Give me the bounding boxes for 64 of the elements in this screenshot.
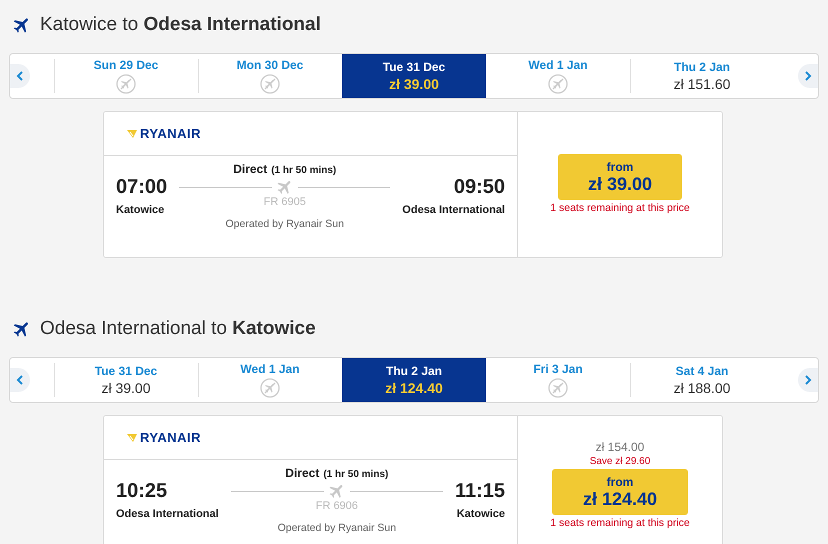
flight-number: FR 6906 (316, 500, 358, 512)
date-label: Thu 2 Jan (674, 60, 730, 74)
date-tab[interactable]: Sat 4 Jan zł 188.00 (630, 358, 774, 402)
date-tab[interactable]: Tue 31 Dec zł 39.00 (342, 54, 486, 98)
arrival-time: 09:50 (454, 176, 505, 199)
departure-airport: Odesa International (116, 508, 219, 520)
operator-label: Operated by Ryanair Sun (225, 218, 344, 230)
previous-button[interactable] (10, 64, 30, 88)
departure-time: 07:00 (116, 176, 168, 199)
next-button[interactable] (798, 64, 818, 88)
date-label: Mon 30 Dec (236, 58, 304, 72)
airline-logo: RYANAIR (126, 126, 202, 141)
date-tab[interactable]: Mon 30 Dec (198, 54, 342, 98)
seats-note: 1 seats remaining at this price (550, 202, 690, 214)
date-tab[interactable]: Thu 2 Jan zł 124.40 (342, 358, 486, 402)
stops-label: Direct (233, 162, 268, 176)
departure-time: 10:25 (116, 480, 168, 503)
original-price: zł 154.00 (596, 440, 644, 454)
operator-label: Operated by Ryanair Sun (278, 522, 396, 534)
chevron-left-icon (16, 71, 24, 81)
no-flight-icon (116, 74, 136, 94)
date-price: zł 188.00 (674, 380, 730, 396)
date-price: zł 151.60 (674, 76, 730, 92)
date-price: zł 39.00 (389, 76, 439, 92)
arrival-airport: Odesa International (402, 204, 505, 216)
fare-button[interactable]: from zł 124.40 (552, 469, 688, 515)
no-flight-icon (260, 378, 280, 398)
date-label: Wed 1 Jan (240, 362, 300, 376)
departure-airport: Katowice (116, 204, 164, 216)
route-heading: Odesa International to Katowice (40, 318, 316, 340)
no-flight-icon (548, 378, 568, 398)
date-label: Fri 3 Jan (533, 362, 583, 376)
seats-note: 1 seats remaining at this price (550, 517, 690, 529)
date-tab[interactable]: Wed 1 Jan (486, 54, 630, 98)
airline-logo: RYANAIR (126, 430, 202, 445)
date-label: Tue 31 Dec (382, 60, 446, 74)
duration-label: (1 hr 50 mins) (323, 469, 388, 480)
stops-label: Direct (285, 466, 320, 480)
date-label: Sun 29 Dec (94, 58, 158, 72)
date-tab[interactable]: Sun 29 Dec (54, 54, 198, 98)
chevron-right-icon (804, 375, 812, 385)
date-tab[interactable]: Thu 2 Jan zł 151.60 (630, 54, 774, 98)
date-label: Thu 2 Jan (386, 364, 442, 378)
no-flight-icon (260, 74, 280, 94)
fare-button[interactable]: from zł 39.00 (558, 154, 682, 200)
date-tab[interactable]: Fri 3 Jan (486, 358, 630, 402)
flight-number: FR 6905 (264, 196, 306, 208)
arrival-time: 11:15 (454, 480, 505, 503)
chevron-left-icon (16, 375, 24, 385)
date-price: zł 39.00 (101, 380, 151, 396)
date-label: Sat 4 Jan (676, 364, 728, 378)
date-label: Wed 1 Jan (528, 58, 588, 72)
date-price: zł 124.40 (385, 380, 443, 396)
date-tab[interactable]: Wed 1 Jan (198, 358, 342, 402)
saving-label: Save zł 29.60 (590, 456, 650, 467)
date-label: Tue 31 Dec (94, 364, 158, 378)
chevron-right-icon (804, 71, 812, 81)
duration-label: (1 hr 50 mins) (271, 165, 336, 176)
next-button[interactable] (798, 368, 818, 392)
no-flight-icon (548, 74, 568, 94)
date-tab[interactable]: Tue 31 Dec zł 39.00 (54, 358, 198, 402)
route-heading: Katowice to Odesa International (40, 14, 321, 36)
arrival-airport: Katowice (456, 508, 505, 520)
previous-button[interactable] (10, 368, 30, 392)
